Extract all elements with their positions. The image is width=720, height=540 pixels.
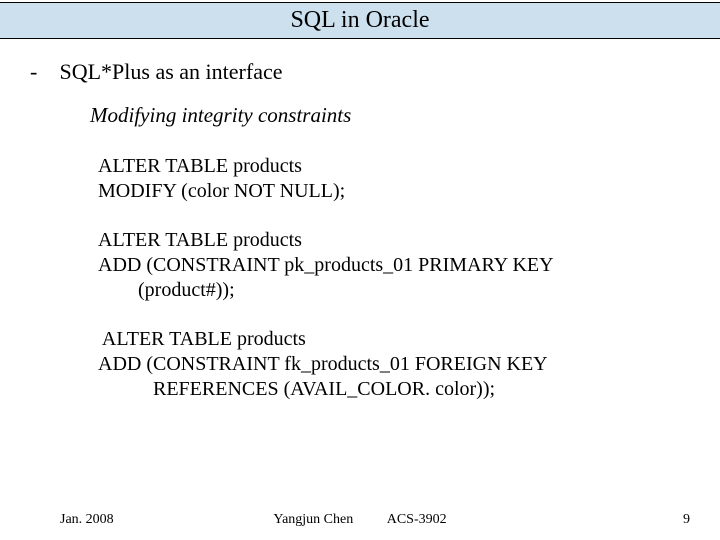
bullet-text: SQL*Plus as an interface	[60, 59, 283, 84]
code-block-1: ALTER TABLE products MODIFY (color NOT N…	[98, 154, 690, 204]
code-block-2: ALTER TABLE products ADD (CONSTRAINT pk_…	[98, 228, 690, 303]
footer-course: ACS-3902	[387, 512, 447, 527]
code-block-3: ALTER TABLE products ADD (CONSTRAINT fk_…	[98, 327, 690, 402]
bullet-dash: -	[30, 59, 54, 85]
subheading: Modifying integrity constraints	[90, 103, 690, 128]
bullet-line: - SQL*Plus as an interface	[30, 59, 690, 85]
slide-title: SQL in Oracle	[0, 2, 720, 39]
footer-author: Yangjun Chen	[273, 512, 353, 527]
footer-center: Yangjun Chen ACS-3902	[0, 512, 720, 528]
slide: SQL in Oracle - SQL*Plus as an interface…	[0, 2, 720, 540]
slide-content: - SQL*Plus as an interface Modifying int…	[0, 39, 720, 402]
footer-page-number: 9	[683, 512, 690, 528]
